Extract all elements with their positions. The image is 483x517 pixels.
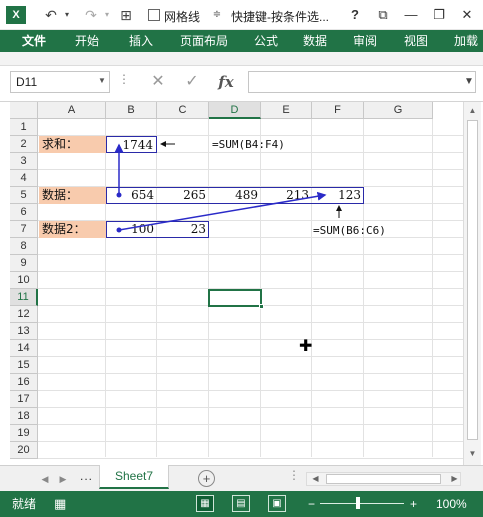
trace-arrows: [114, 141, 342, 233]
tab-sheet7[interactable]: Sheet7: [99, 465, 169, 489]
sheet-tab-bar: ◀ ▶ ... Sheet7 + ⋮ ◀ ▶: [0, 465, 483, 491]
cell-cursor-icon: ✚: [299, 338, 313, 355]
vertical-scrollbar[interactable]: ▲ ▼: [463, 102, 481, 465]
precedent-dot-b7: [116, 227, 122, 233]
add-sheet-button[interactable]: +: [198, 470, 215, 487]
sheet-next-icon[interactable]: ▶: [56, 471, 70, 487]
more-sheets-button[interactable]: ...: [80, 469, 93, 483]
zoom-out-button[interactable]: −: [308, 496, 315, 512]
tab-split-handle-icon[interactable]: ⋮: [288, 468, 300, 482]
status-ready: 就绪: [12, 497, 37, 511]
status-bar: 就绪 ▦ ▦ ▤ ▣ − + 100%: [0, 491, 483, 517]
horizontal-scroll-thumb[interactable]: [326, 474, 441, 484]
page-layout-view-icon[interactable]: ▤: [232, 495, 250, 512]
fill-handle[interactable]: [259, 304, 264, 309]
precedent-dot-b5: [116, 192, 122, 198]
sheet-prev-icon[interactable]: ◀: [38, 471, 52, 487]
macro-record-icon[interactable]: ▦: [54, 496, 66, 512]
zoom-slider-track[interactable]: [320, 503, 404, 504]
zoom-level[interactable]: 100%: [436, 496, 467, 512]
scroll-down-icon[interactable]: ▼: [464, 447, 481, 461]
scroll-up-icon[interactable]: ▲: [464, 104, 481, 118]
precedent-arrow-b7-to-f5: [118, 191, 327, 231]
page-break-view-icon[interactable]: ▣: [268, 495, 286, 512]
zoom-slider-knob[interactable]: [356, 497, 360, 509]
normal-view-icon[interactable]: ▦: [196, 495, 214, 512]
active-cell-d11[interactable]: [208, 289, 262, 307]
vertical-scroll-thumb[interactable]: [467, 120, 478, 440]
zoom-in-button[interactable]: +: [410, 496, 417, 512]
scroll-right-icon[interactable]: ▶: [446, 472, 463, 486]
scroll-left-icon[interactable]: ◀: [307, 472, 324, 486]
